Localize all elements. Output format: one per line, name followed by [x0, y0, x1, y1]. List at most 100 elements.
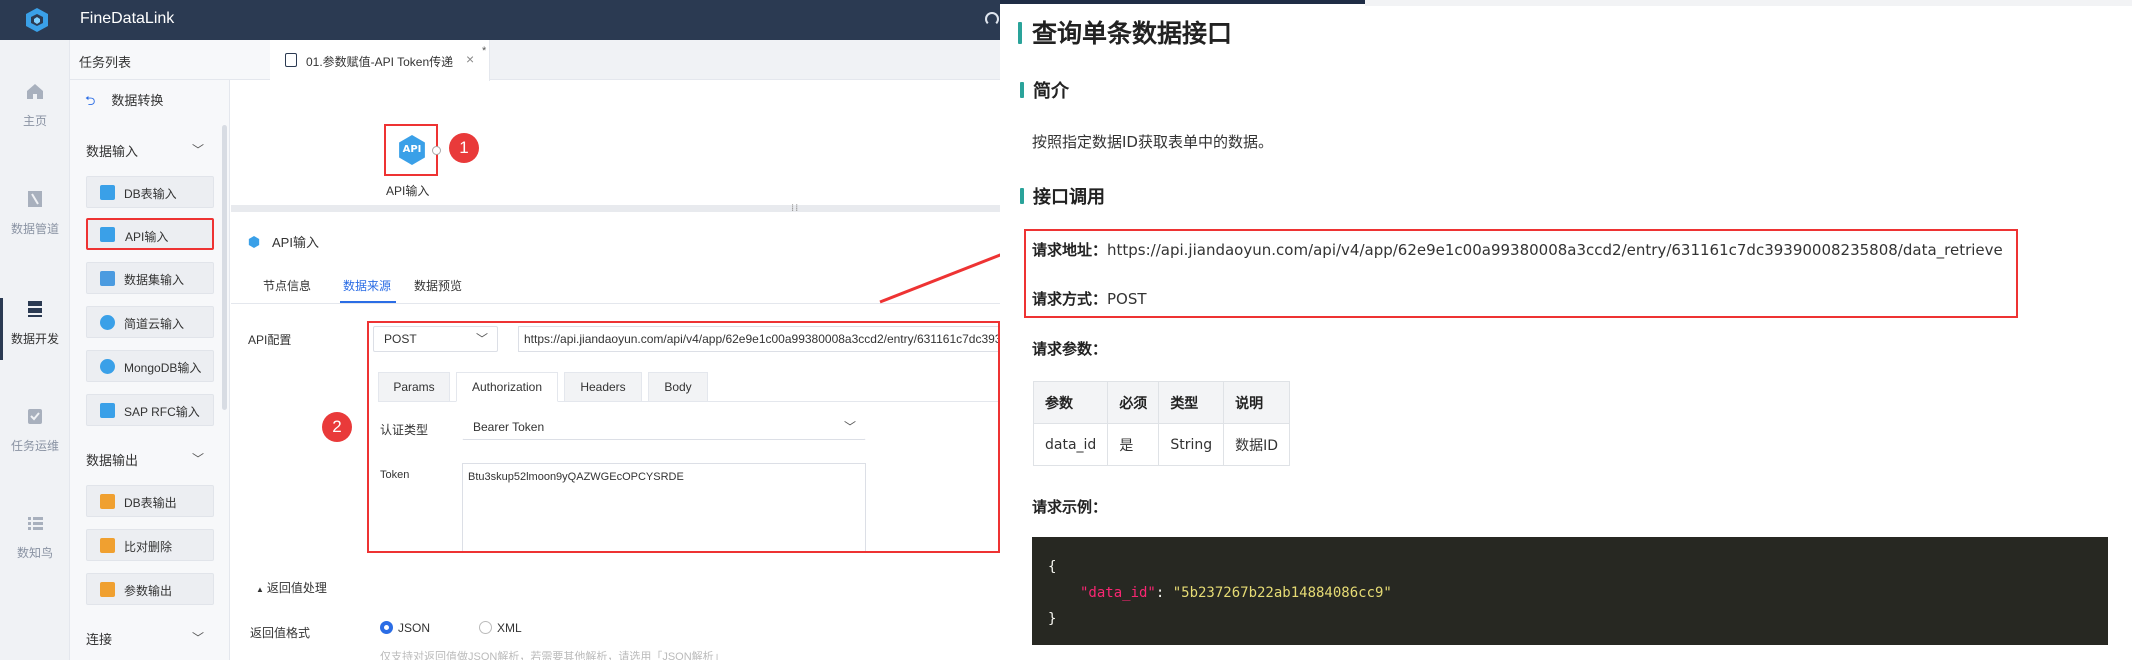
- api-input-node[interactable]: API: [384, 124, 441, 176]
- group-label-output: 数据输出: [86, 453, 139, 468]
- rail-item-home[interactable]: 主页: [0, 80, 70, 129]
- group-label-input: 数据输入: [86, 144, 139, 159]
- radio-json[interactable]: JSON: [380, 621, 430, 635]
- help-icon[interactable]: [985, 12, 999, 26]
- component-jdy-input[interactable]: 简道云输入: [86, 306, 214, 338]
- cell-param: data_id: [1032, 423, 1109, 466]
- pipeline-icon: [28, 191, 42, 207]
- component-param-output[interactable]: 参数输出: [86, 573, 214, 605]
- example-label: 请求示例：: [1032, 498, 1108, 516]
- chevron-down-icon: ﹀: [191, 631, 204, 645]
- back-label: 数据转换: [111, 93, 164, 108]
- node-connector-dot[interactable]: [432, 146, 441, 155]
- editor-tab-bar: 01.参数赋值-API Token传递 × *: [270, 40, 1000, 81]
- table-header-row: 参数 必须 类型 说明: [1032, 381, 1291, 424]
- rail-item-zhiniao[interactable]: 数知鸟: [0, 512, 70, 561]
- api-config-label: API配置: [248, 333, 292, 347]
- cell-type: String: [1158, 423, 1225, 466]
- app-brand: FineDataLink: [80, 10, 175, 27]
- list-icon: [28, 517, 43, 530]
- step-badge-1: 1: [449, 133, 479, 163]
- code-close-brace: }: [1048, 611, 1057, 627]
- rail-item-ops[interactable]: 任务运维: [0, 405, 70, 454]
- api-config-highlight: [367, 321, 1000, 553]
- heading-accent-bar: [1020, 82, 1024, 98]
- active-tab-underline: [340, 301, 396, 303]
- step-badge-2: 2: [322, 412, 352, 442]
- left-nav-rail: 主页 数据管道 数据开发 任务运维 数知鸟: [0, 40, 70, 660]
- rail-item-dev[interactable]: 数据开发: [0, 298, 70, 347]
- cell-desc: 数据ID: [1223, 423, 1291, 466]
- return-value-toggle[interactable]: ▲ 返回值处理: [256, 579, 327, 596]
- rail-item-pipeline[interactable]: 数据管道: [0, 188, 70, 237]
- col-required: 必须: [1107, 381, 1160, 424]
- doc-title-text: 查询单条数据接口: [1032, 19, 1233, 48]
- db-output-icon: [100, 494, 115, 509]
- param-output-icon: [100, 582, 115, 597]
- group-data-input[interactable]: 数据输入 ﹀: [86, 141, 204, 160]
- task-list-header[interactable]: 任务列表: [70, 40, 270, 80]
- component-panel-scrollbar[interactable]: [222, 125, 227, 410]
- back-button[interactable]: ⮌ 数据转换: [85, 90, 163, 114]
- intro-heading: 简介: [1020, 77, 1069, 103]
- dataset-input-icon: [100, 271, 115, 286]
- radio-xml[interactable]: XML: [479, 621, 522, 635]
- comp-label: 参数输出: [124, 584, 173, 598]
- call-heading-text: 接口调用: [1033, 187, 1105, 208]
- db-input-icon: [100, 185, 115, 200]
- rail-label-ops: 任务运维: [10, 439, 59, 453]
- title-accent-bar: [1018, 22, 1022, 44]
- return-section-label: 返回值处理: [266, 581, 327, 595]
- params-label: 请求参数：: [1032, 340, 1108, 358]
- top-bar: FineDataLink: [0, 0, 1000, 40]
- doc-title: 查询单条数据接口: [1018, 14, 1232, 50]
- code-key: "data_id": [1080, 585, 1156, 601]
- drag-grip-icon[interactable]: ⁞⁞: [791, 203, 799, 214]
- rail-label-dev: 数据开发: [10, 332, 59, 346]
- call-heading: 接口调用: [1020, 183, 1105, 209]
- comp-label: DB表输出: [124, 496, 177, 510]
- api-node-icon: API: [399, 135, 425, 165]
- component-sap-input[interactable]: SAP RFC输入: [86, 394, 214, 426]
- dev-icon: [28, 301, 42, 317]
- close-icon[interactable]: ×: [466, 51, 474, 67]
- component-db-output[interactable]: DB表输出: [86, 485, 214, 517]
- table-row: data_id 是 String 数据ID: [1032, 423, 1291, 466]
- tab-data-preview[interactable]: 数据预览: [414, 277, 462, 294]
- group-data-output[interactable]: 数据输出 ﹀: [86, 450, 204, 469]
- group-connect[interactable]: 连接 ﹀: [86, 629, 204, 648]
- col-desc: 说明: [1223, 381, 1291, 424]
- col-type: 类型: [1158, 381, 1225, 424]
- panel-title: API输入: [248, 232, 319, 251]
- comp-label: DB表输入: [124, 187, 177, 201]
- tab-data-source[interactable]: 数据来源: [343, 277, 391, 294]
- code-value: "5b237267b22ab14884086cc9": [1172, 585, 1392, 601]
- comp-label: 比对删除: [124, 540, 173, 554]
- tab-api-token[interactable]: 01.参数赋值-API Token传递 × *: [270, 40, 490, 81]
- tab-node-info[interactable]: 节点信息: [263, 277, 311, 294]
- col-param: 参数: [1032, 381, 1109, 424]
- component-compare-delete[interactable]: 比对删除: [86, 529, 214, 561]
- comp-label: MongoDB输入: [124, 361, 202, 375]
- mongodb-input-icon: [100, 359, 115, 374]
- chevron-down-icon: ﹀: [191, 452, 204, 466]
- tab-label: 01.参数赋值-API Token传递: [306, 55, 454, 69]
- code-example: { "data_id": "5b237267b22ab14884086cc9" …: [1032, 537, 2108, 645]
- component-db-input[interactable]: DB表输入: [86, 176, 214, 208]
- api-small-icon: [248, 236, 260, 248]
- unsaved-dot: *: [482, 45, 487, 57]
- api-input-icon: [100, 227, 115, 242]
- params-table: 参数 必须 类型 说明 data_id 是 String 数据ID: [1032, 381, 1291, 466]
- comp-label: 简道云输入: [124, 317, 185, 331]
- component-api-input[interactable]: API输入: [86, 218, 214, 250]
- component-dataset-input[interactable]: 数据集输入: [86, 262, 214, 294]
- flow-canvas[interactable]: [231, 120, 1000, 210]
- rail-active-indicator: [0, 298, 3, 360]
- code-colon: :: [1155, 585, 1173, 601]
- component-mongodb-input[interactable]: MongoDB输入: [86, 350, 214, 382]
- compare-delete-icon: [100, 538, 115, 553]
- radio-xml-label: XML: [497, 621, 522, 635]
- comp-label: 数据集输入: [124, 273, 185, 287]
- comp-label: SAP RFC输入: [124, 405, 200, 419]
- panel-splitter[interactable]: ⁞⁞: [231, 203, 1000, 214]
